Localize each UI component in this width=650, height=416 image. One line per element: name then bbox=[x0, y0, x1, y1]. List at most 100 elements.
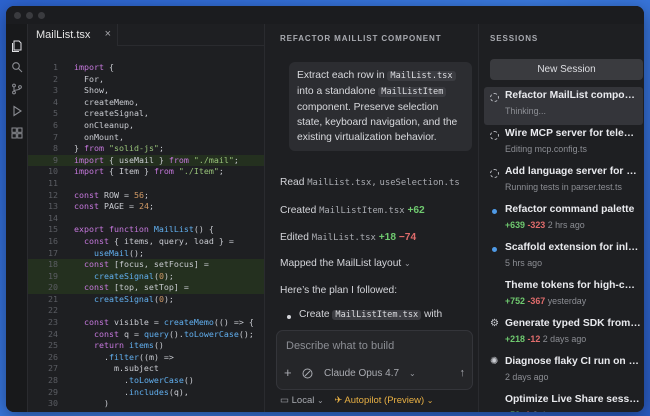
run-debug-icon[interactable] bbox=[11, 105, 23, 117]
read-file[interactable]: MailList.tsx bbox=[307, 178, 371, 188]
send-arrow-icon[interactable]: ↑ bbox=[460, 367, 466, 379]
line-number: 7 bbox=[53, 131, 58, 142]
session-item[interactable]: ⚙ Generate typed SDK from schema +218 -12 … bbox=[484, 315, 643, 353]
code-line[interactable]: 13 const PAGE = 24; bbox=[28, 201, 264, 213]
tab-maillist[interactable]: MailList.tsx × bbox=[28, 24, 118, 46]
session-meta: Editing mcp.config.ts bbox=[505, 144, 587, 154]
code-line[interactable]: 15 export function MailList() { bbox=[28, 224, 264, 236]
line-number: 19 bbox=[48, 270, 58, 281]
code-line[interactable]: 19 createSignal(0); bbox=[28, 270, 264, 283]
read-file-2[interactable]: useSelection.ts bbox=[380, 178, 460, 188]
code-line[interactable]: 29 .includes(q), bbox=[28, 387, 264, 399]
code-line[interactable]: 27 m.subject bbox=[28, 363, 264, 375]
edited-step: Edited MailList.tsx +18 −74 bbox=[280, 232, 416, 243]
session-item[interactable]: Wire MCP server for telemetry Editing mcp… bbox=[484, 125, 643, 163]
code-line[interactable]: 6 onCleanup, bbox=[28, 120, 264, 132]
line-number: 1 bbox=[53, 62, 58, 72]
chevron-down-icon[interactable]: ⌄ bbox=[409, 369, 416, 378]
mapped-step[interactable]: Mapped the MailList layout ⌄ bbox=[280, 258, 411, 269]
title-bar bbox=[6, 6, 644, 24]
edited-file[interactable]: MailList.tsx bbox=[312, 233, 376, 243]
line-number: 29 bbox=[48, 386, 58, 397]
add-context-icon[interactable]: + bbox=[284, 365, 292, 380]
code-line[interactable]: 7 onMount, bbox=[28, 132, 264, 144]
autopilot-picker[interactable]: Autopilot (Preview) bbox=[344, 395, 424, 406]
unread-dot-icon bbox=[492, 247, 497, 252]
line-number: 27 bbox=[48, 363, 58, 374]
timestamp: 2 days ago bbox=[505, 372, 549, 382]
files-icon[interactable] bbox=[11, 40, 23, 52]
session-item[interactable]: Scaffold extension for inline 5 hrs ago bbox=[484, 239, 643, 277]
session-title: Refactor command palette bbox=[505, 204, 635, 215]
chevron-down-icon[interactable]: ⌄ bbox=[317, 396, 324, 405]
session-title: Theme tokens for high-contrast bbox=[505, 280, 641, 291]
code-line[interactable]: 16 const { items, query, load } = bbox=[28, 236, 264, 248]
line-number: 11 bbox=[48, 177, 58, 188]
code-line[interactable]: 21 createSignal(0); bbox=[28, 294, 264, 306]
code-line[interactable]: 8} from "solid-js"; bbox=[28, 143, 264, 155]
code-line[interactable]: 11 bbox=[28, 178, 264, 190]
code-line[interactable]: 20 const [top, setTop] = bbox=[28, 282, 264, 294]
composer-placeholder[interactable]: Describe what to build bbox=[286, 340, 394, 352]
session-item[interactable]: Optimize Live Share sessions +52 -1 2 day… bbox=[484, 391, 643, 412]
code-line[interactable]: 14 bbox=[28, 213, 264, 225]
source-control-icon[interactable] bbox=[11, 83, 23, 95]
code-text: const { items, query, load } = bbox=[74, 235, 234, 246]
session-meta: 2 days ago bbox=[505, 372, 548, 382]
chevron-down-icon[interactable]: ⌄ bbox=[427, 396, 434, 405]
code-line[interactable]: 18 const [focus, setFocus] = bbox=[28, 259, 264, 271]
session-meta: +752 -367 yesterday bbox=[505, 296, 586, 306]
read-separator: , bbox=[371, 178, 377, 188]
code-line[interactable]: 4 createMemo, bbox=[28, 97, 264, 109]
code-line[interactable]: 24 const q = query().toLowerCase(); bbox=[28, 329, 264, 341]
code-line[interactable]: 12 const ROW = 56; bbox=[28, 190, 264, 202]
line-number: 28 bbox=[48, 375, 58, 386]
close-icon[interactable]: × bbox=[105, 28, 111, 40]
component-chip: MailListItem bbox=[378, 87, 447, 97]
code-text: } from "solid-js"; bbox=[74, 143, 164, 154]
code-line[interactable]: 17 useMail(); bbox=[28, 248, 264, 260]
local-picker[interactable]: Local bbox=[292, 395, 315, 406]
session-item[interactable]: Refactor command palette +639 -323 2 hrs … bbox=[484, 201, 643, 239]
window-maximize-dot[interactable] bbox=[38, 12, 45, 19]
chevron-down-icon: ⌄ bbox=[404, 259, 411, 268]
line-number: 21 bbox=[48, 293, 58, 304]
session-meta: Running tests in parser.test.ts bbox=[505, 182, 622, 192]
code-line[interactable]: 10 import { Item } from "./Item"; bbox=[28, 166, 264, 178]
window-close-dot[interactable] bbox=[14, 12, 21, 19]
line-number: 30 bbox=[48, 398, 58, 409]
code-text: import { bbox=[74, 62, 114, 72]
tools-icon[interactable] bbox=[302, 368, 313, 382]
chat-composer[interactable]: Describe what to build + Claude Opus 4.7… bbox=[276, 330, 473, 390]
timestamp: 5 hrs ago bbox=[505, 258, 543, 268]
code-text: const [top, setTop] = bbox=[74, 282, 189, 293]
prompt-text: into a standalone bbox=[297, 86, 379, 97]
code-area[interactable]: 1 import { 2 For, 3 Show, 4 createMemo, 5 cre… bbox=[28, 62, 264, 412]
additions: +52 bbox=[505, 410, 523, 412]
code-line[interactable]: 9 import { useMail } from "./mail"; bbox=[28, 154, 264, 167]
code-line[interactable]: 22 bbox=[28, 305, 264, 317]
session-item[interactable]: Refactor MailList component Thinking... bbox=[484, 87, 643, 125]
created-file[interactable]: MailListItem.tsx bbox=[319, 206, 405, 216]
extensions-icon[interactable] bbox=[11, 127, 23, 139]
window-minimize-dot[interactable] bbox=[26, 12, 33, 19]
code-line[interactable]: 30 ) bbox=[28, 398, 264, 410]
code-line[interactable]: 1 import { bbox=[28, 62, 264, 74]
session-item[interactable]: Add language server for config Running te… bbox=[484, 163, 643, 201]
new-session-button[interactable]: New Session bbox=[490, 59, 643, 80]
session-item[interactable]: ✺ Diagnose flaky CI run on main 2 days ago bbox=[484, 353, 643, 391]
plan-intro: Here’s the plan I followed: bbox=[280, 285, 398, 296]
read-label: Read bbox=[280, 177, 305, 188]
line-number: 9 bbox=[53, 154, 58, 165]
code-line[interactable]: 28 .toLowerCase() bbox=[28, 375, 264, 387]
search-icon[interactable] bbox=[11, 61, 23, 73]
code-line[interactable]: 3 Show, bbox=[28, 85, 264, 97]
code-line[interactable]: 25 return items() bbox=[28, 340, 264, 352]
code-line[interactable]: 26 .filter((m) => bbox=[28, 352, 264, 364]
code-line[interactable]: 5 createSignal, bbox=[28, 108, 264, 120]
session-item[interactable]: Theme tokens for high-contrast +752 -367 … bbox=[484, 277, 643, 315]
line-number: 26 bbox=[48, 351, 58, 362]
code-line[interactable]: 2 For, bbox=[28, 74, 264, 86]
code-line[interactable]: 23 const visible = createMemo(() => { bbox=[28, 317, 264, 329]
model-picker[interactable]: Claude Opus 4.7 bbox=[324, 368, 399, 379]
